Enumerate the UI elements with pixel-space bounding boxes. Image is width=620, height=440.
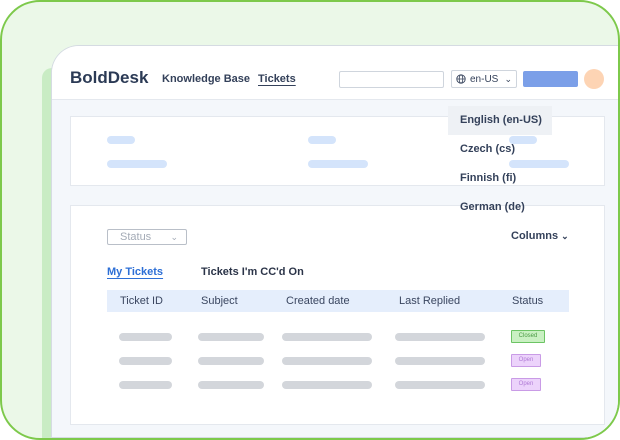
col-ticket-id[interactable]: Ticket ID — [120, 295, 163, 307]
globe-icon — [456, 74, 466, 84]
language-value: en-US — [470, 73, 499, 85]
placeholder-bar — [107, 136, 135, 144]
app-window: BoldDesk Knowledge Base Tickets en-US ⌄ … — [51, 45, 618, 438]
logo: BoldDesk — [70, 68, 149, 87]
col-status[interactable]: Status — [512, 295, 543, 307]
language-option-finnish[interactable]: Finnish (fi) — [448, 164, 552, 193]
columns-label: Columns — [511, 230, 559, 242]
status-filter[interactable]: Status ⌄ — [107, 229, 187, 245]
language-option-english[interactable]: English (en-US) — [448, 106, 552, 135]
avatar[interactable] — [584, 69, 604, 89]
placeholder-bar — [308, 160, 368, 168]
placeholder-bar — [107, 160, 167, 168]
columns-button[interactable]: Columns ⌄ — [511, 230, 569, 242]
status-badge: Open — [511, 378, 541, 391]
tickets-card: Status ⌄ Columns ⌄ My Tickets Tickets I'm… — [70, 205, 605, 425]
tab-my-tickets[interactable]: My Tickets — [107, 266, 163, 278]
status-badge: Open — [511, 354, 541, 367]
col-subject[interactable]: Subject — [201, 295, 238, 307]
tab-cc-tickets[interactable]: Tickets I'm CC'd On — [201, 266, 304, 278]
header: BoldDesk Knowledge Base Tickets en-US ⌄ — [52, 46, 618, 100]
language-option-german[interactable]: German (de) — [448, 193, 552, 222]
nav-tickets[interactable]: Tickets — [258, 73, 296, 85]
language-select[interactable]: en-US ⌄ — [451, 70, 517, 88]
nav-knowledge-base[interactable]: Knowledge Base — [162, 73, 250, 85]
status-label: Status — [120, 231, 152, 243]
chevron-down-icon: ⌄ — [170, 232, 178, 242]
search-input[interactable] — [339, 71, 444, 88]
placeholder-bar — [308, 136, 336, 144]
col-created-date[interactable]: Created date — [286, 295, 350, 307]
status-badge: Closed — [511, 330, 545, 343]
frame: BoldDesk Knowledge Base Tickets en-US ⌄ … — [0, 0, 620, 440]
chevron-down-icon: ⌄ — [561, 231, 569, 241]
chevron-down-icon: ⌄ — [504, 73, 512, 84]
language-option-czech[interactable]: Czech (cs) — [448, 135, 552, 164]
table-header: Ticket ID Subject Created date Last Repl… — [107, 290, 569, 312]
primary-button[interactable] — [523, 71, 578, 87]
col-last-replied[interactable]: Last Replied — [399, 295, 460, 307]
language-menu: English (en-US) Czech (cs) Finnish (fi) … — [448, 106, 552, 222]
